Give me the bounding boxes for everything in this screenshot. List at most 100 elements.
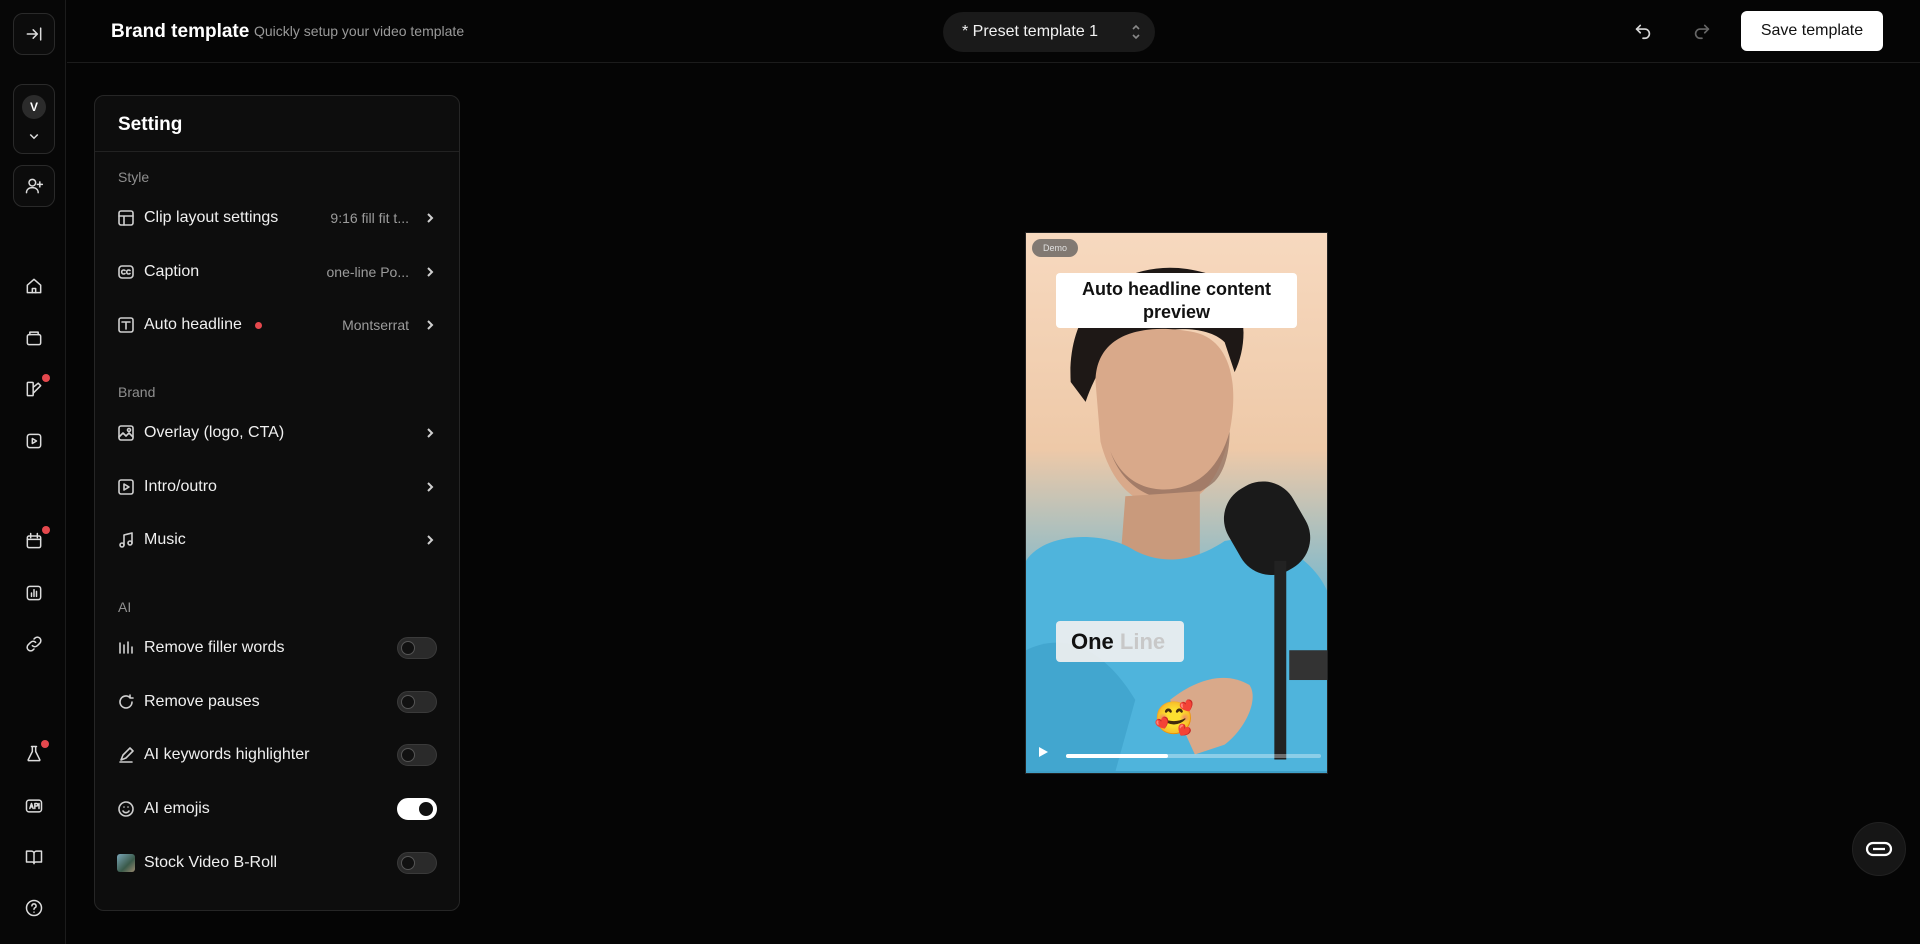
row-label: Remove pauses: [144, 693, 260, 710]
row-label: Caption: [144, 263, 200, 280]
chevron-right-icon: [423, 480, 437, 494]
add-user-icon: [25, 178, 44, 194]
undo-icon: [1635, 24, 1651, 40]
caption-icon: [117, 263, 135, 281]
ai-keywords-highlighter-toggle[interactable]: [397, 744, 437, 766]
chevron-right-icon: [423, 426, 437, 440]
undo-button[interactable]: [1632, 19, 1656, 43]
section-label-brand: Brand: [118, 384, 156, 400]
auto-headline-row[interactable]: Auto headline Montserrat: [95, 305, 459, 345]
link-icon[interactable]: [21, 631, 47, 657]
up-down-chevron-icon: [1129, 23, 1143, 41]
intro-outro-icon: [117, 478, 135, 496]
highlighter-icon: [117, 746, 135, 764]
remove-pauses-toggle[interactable]: [397, 691, 437, 713]
caption-word-inactive: Line: [1119, 629, 1166, 654]
expand-icon: [26, 27, 42, 41]
play-button[interactable]: [1036, 745, 1054, 763]
toggle-knob: [401, 641, 415, 655]
ai-emojis-toggle[interactable]: [397, 798, 437, 820]
video-preview[interactable]: Demo Auto headline content preview One L…: [1025, 232, 1328, 774]
remove-filler-words-toggle[interactable]: [397, 637, 437, 659]
row-label: AI keywords highlighter: [144, 746, 310, 763]
new-badge-dot: [255, 322, 262, 329]
redo-button[interactable]: [1691, 19, 1715, 43]
row-label: Auto headline: [144, 316, 242, 333]
row-label: Music: [144, 531, 186, 548]
save-template-button[interactable]: Save template: [1741, 11, 1883, 51]
invite-user-button[interactable]: [13, 165, 55, 207]
filler-words-icon: [117, 639, 135, 657]
row-label: Clip layout settings: [144, 209, 279, 226]
toggle-knob: [401, 695, 415, 709]
remove-filler-words-row: Remove filler words: [95, 628, 459, 668]
music-icon: [117, 531, 135, 549]
section-label-style: Style: [118, 169, 150, 185]
caption-word-active: One: [1071, 629, 1114, 654]
section-label-ai: AI: [118, 599, 132, 615]
notification-dot: [42, 526, 50, 534]
caption-preview: One Line: [1056, 621, 1184, 662]
row-value: 9:16 fill fit t...: [330, 210, 409, 226]
support-chat-button[interactable]: [1852, 822, 1906, 876]
row-label: Intro/outro: [144, 478, 217, 495]
emoji-preview: 🥰: [1154, 699, 1194, 737]
page-subtitle: Quickly setup your video template: [254, 23, 465, 39]
left-sidebar: V: [0, 0, 66, 944]
row-value: one-line Po...: [326, 264, 410, 280]
music-row[interactable]: Music: [95, 520, 459, 560]
home-icon[interactable]: [21, 273, 47, 299]
page-title: Brand template: [111, 21, 250, 42]
layout-icon: [117, 209, 135, 227]
help-icon[interactable]: [21, 895, 47, 921]
headline-icon: [117, 316, 135, 334]
toggle-knob: [419, 802, 433, 816]
preset-template-select[interactable]: * Preset template 1: [943, 12, 1155, 52]
expand-sidebar-button[interactable]: [13, 13, 55, 55]
headline-preview: Auto headline content preview: [1056, 273, 1297, 328]
toggle-knob: [401, 856, 415, 870]
broll-thumbnail-icon: [117, 854, 135, 872]
workspace-switcher[interactable]: V: [13, 84, 55, 154]
videos-icon[interactable]: [21, 428, 47, 454]
row-label: AI emojis: [144, 800, 210, 817]
emoji-icon: [117, 800, 135, 818]
chevron-right-icon: [423, 533, 437, 547]
panel-title: Setting: [95, 96, 459, 152]
row-label: Stock Video B-Roll: [144, 854, 278, 871]
pauses-icon: [117, 693, 135, 711]
video-progress-fill: [1066, 754, 1168, 758]
analytics-icon[interactable]: [21, 580, 47, 606]
remove-pauses-row: Remove pauses: [95, 682, 459, 722]
workspace-avatar: V: [22, 95, 46, 119]
clip-layout-settings-row[interactable]: Clip layout settings 9:16 fill fit t...: [95, 198, 459, 238]
chevron-right-icon: [423, 211, 437, 225]
chevron-down-icon: [25, 127, 43, 145]
settings-panel: Setting Style Clip layout settings 9:16 …: [94, 95, 460, 911]
redo-icon: [1694, 24, 1710, 40]
overlay-icon: [117, 424, 135, 442]
caption-row[interactable]: Caption one-line Po...: [95, 252, 459, 292]
chevron-right-icon: [423, 265, 437, 279]
preset-template-label: * Preset template 1: [962, 23, 1099, 40]
docs-book-icon[interactable]: [21, 844, 47, 870]
overlay-row[interactable]: Overlay (logo, CTA): [95, 413, 459, 453]
intro-outro-row[interactable]: Intro/outro: [95, 467, 459, 507]
chat-loop-icon: [1865, 841, 1893, 857]
row-value: Montserrat: [342, 317, 409, 333]
video-progress-bar[interactable]: [1066, 754, 1321, 758]
top-bar: Brand template Quickly setup your video …: [67, 0, 1920, 63]
demo-badge: Demo: [1032, 239, 1079, 257]
stock-video-broll-row: Stock Video B-Roll: [95, 843, 459, 883]
ai-keywords-highlighter-row: AI keywords highlighter: [95, 735, 459, 775]
toggle-knob: [401, 748, 415, 762]
projects-icon[interactable]: [21, 325, 47, 351]
notification-dot: [42, 374, 50, 382]
notification-dot: [41, 740, 49, 748]
row-label: Remove filler words: [144, 639, 285, 656]
play-icon: [1039, 747, 1048, 757]
chevron-right-icon: [423, 318, 437, 332]
stock-video-broll-toggle[interactable]: [397, 852, 437, 874]
ai-emojis-row: AI emojis: [95, 789, 459, 829]
api-icon[interactable]: [21, 793, 47, 819]
